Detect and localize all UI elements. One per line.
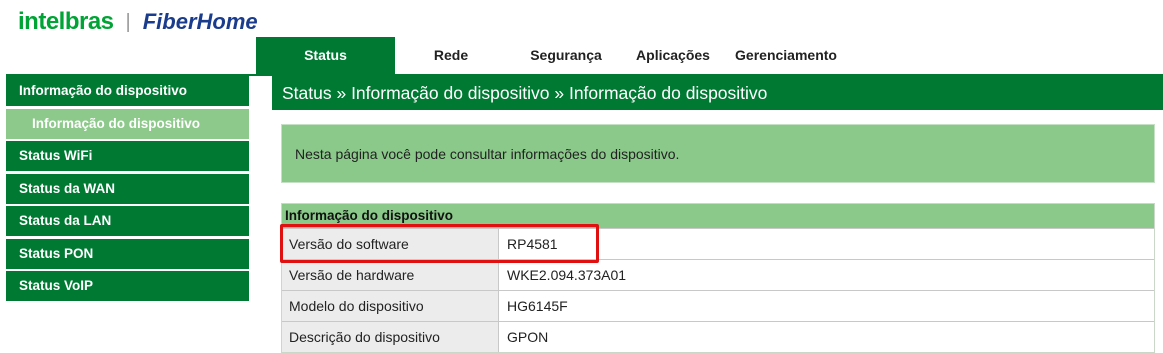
row-label: Descrição do dispositivo <box>282 322 499 352</box>
table-row: Versão de hardware WKE2.094.373A01 <box>282 259 1154 290</box>
row-label: Modelo do dispositivo <box>282 291 499 321</box>
row-value: WKE2.094.373A01 <box>499 260 1154 290</box>
row-value: GPON <box>499 322 1154 352</box>
sidebar-item-status-wifi[interactable]: Status WiFi <box>6 141 249 171</box>
fiberhome-logo: FiberHome <box>142 9 258 34</box>
sidebar-subitem-informacao-dispositivo[interactable]: Informação do dispositivo <box>6 108 249 139</box>
sidebar-item-status-voip[interactable]: Status VoIP <box>6 271 249 301</box>
brand-logo: intelbras | FiberHome <box>18 8 258 36</box>
tab-seguranca[interactable]: Segurança <box>507 37 625 74</box>
sidebar-item-status-wan[interactable]: Status da WAN <box>6 173 249 204</box>
top-navigation: Status Rede Segurança Aplicações Gerenci… <box>256 37 851 74</box>
row-value: HG6145F <box>499 291 1154 321</box>
table-row: Descrição do dispositivo GPON <box>282 321 1154 352</box>
tab-rede[interactable]: Rede <box>395 37 507 74</box>
row-label: Versão de hardware <box>282 260 499 290</box>
breadcrumb: Status » Informação do dispositivo » Inf… <box>272 76 1163 110</box>
logo-separator: | <box>125 10 131 33</box>
highlight-box <box>280 224 599 263</box>
table-row: Modelo do dispositivo HG6145F <box>282 290 1154 321</box>
tab-gerenciamento[interactable]: Gerenciamento <box>721 37 851 74</box>
info-message: Nesta página você pode consultar informa… <box>281 124 1155 183</box>
sidebar: Informação do dispositivo Informação do … <box>6 76 249 304</box>
tab-status[interactable]: Status <box>256 37 395 74</box>
intelbras-logo: intelbras <box>18 8 114 35</box>
sidebar-item-status-lan[interactable]: Status da LAN <box>6 206 249 236</box>
sidebar-item-status-pon[interactable]: Status PON <box>6 238 249 269</box>
sidebar-item-informacao-dispositivo[interactable]: Informação do dispositivo <box>6 76 249 106</box>
tab-aplicacoes[interactable]: Aplicações <box>625 37 721 74</box>
